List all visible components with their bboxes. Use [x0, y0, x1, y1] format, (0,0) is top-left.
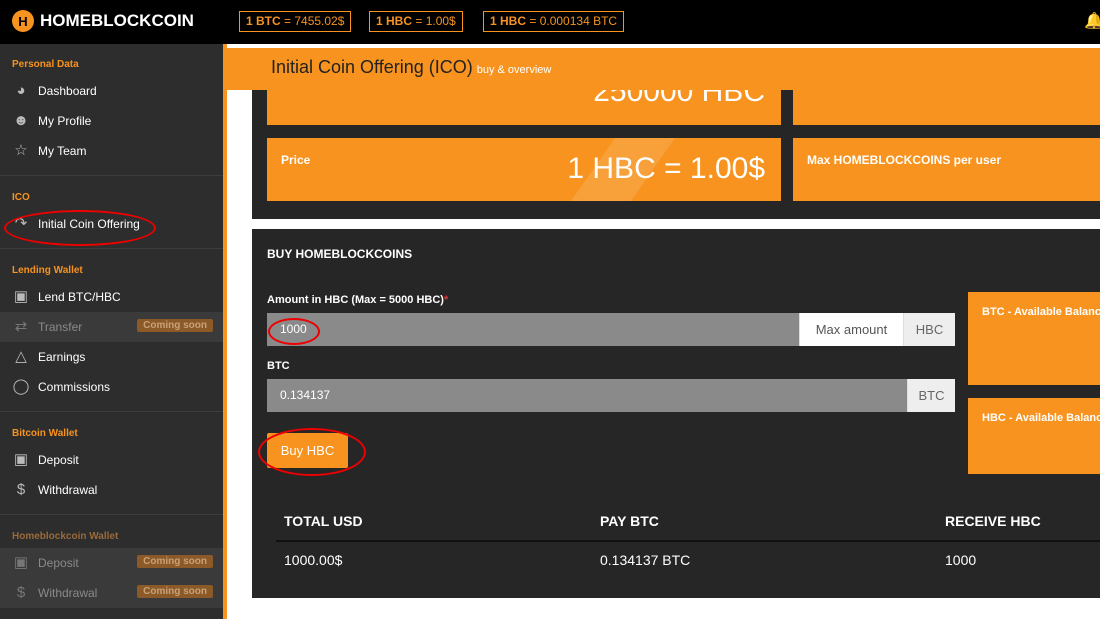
sidebar-item-hbc-withdrawal[interactable]: $ Withdrawal Coming soon — [0, 578, 223, 608]
rate-hbc-usd: 1 HBC = 1.00$ — [369, 11, 463, 32]
sidebar-item-btc-deposit[interactable]: ▣ Deposit — [0, 445, 223, 475]
coming-soon-badge: Coming soon — [137, 555, 213, 568]
card-icon: ▣ — [13, 554, 29, 571]
section-homeblockcoin-wallet: Homeblockcoin Wallet — [12, 531, 119, 542]
brand-logo[interactable]: H HOMEBLOCKCOIN — [12, 10, 194, 32]
value-receive-hbc: 1000 — [945, 552, 977, 568]
coming-soon-badge: Coming soon — [137, 319, 213, 332]
card-icon: ▣ — [13, 451, 29, 468]
amount-input[interactable]: 1000 — [267, 313, 799, 346]
max-amount-button[interactable]: Max amount — [799, 313, 903, 346]
star-icon: ☆ — [14, 142, 28, 159]
sidebar-item-transfer[interactable]: ⇄ Transfer Coming soon — [0, 312, 223, 342]
sidebar-divider — [0, 514, 223, 515]
section-lending-wallet: Lending Wallet — [12, 265, 83, 276]
price-label: Price — [281, 153, 311, 167]
sidebar-item-hbc-deposit[interactable]: ▣ Deposit Coming soon — [0, 548, 223, 578]
section-personal-data: Personal Data — [12, 59, 79, 70]
annotation-circle-buy — [258, 428, 366, 476]
annotation-circle-amount — [268, 318, 320, 345]
logo-icon: H — [12, 10, 34, 32]
section-bitcoin-wallet: Bitcoin Wallet — [12, 428, 78, 439]
price-box: Price 1 HBC = 1.00$ — [267, 138, 781, 201]
sidebar-item-dashboard[interactable]: ◕ Dashboard — [0, 76, 223, 106]
top-bar: H HOMEBLOCKCOIN 1 BTC = 7455.02$ 1 HBC =… — [0, 0, 1100, 44]
buy-card-title: BUY HOMEBLOCKCOINS — [267, 247, 413, 261]
coming-soon-badge: Coming soon — [137, 585, 213, 598]
btc-input[interactable]: 0.134137 — [267, 379, 907, 412]
sidebar-item-my-team[interactable]: ☆ My Team — [0, 136, 223, 166]
sidebar-item-commissions[interactable]: ◯ Commissions — [0, 372, 223, 402]
card-icon: ▣ — [13, 288, 29, 305]
table-divider — [276, 540, 1100, 542]
btc-balance-box: BTC - Available Balance — [968, 292, 1100, 385]
dashboard-icon: ◕ — [16, 82, 26, 99]
hbc-balance-box: HBC - Available Balance — [968, 398, 1100, 474]
sidebar-divider — [0, 411, 223, 412]
section-ico: ICO — [12, 192, 30, 203]
price-value: 1 HBC = 1.00$ — [567, 152, 765, 185]
transfer-icon: ⇄ — [14, 318, 28, 335]
bell-icon[interactable]: 🔔 — [1084, 11, 1100, 31]
max-per-user-box: Max HOMEBLOCKCOINS per user — [793, 138, 1100, 201]
max-per-user-label: Max HOMEBLOCKCOINS per user — [807, 153, 1002, 167]
user-icon: ☻ — [13, 112, 29, 129]
amount-label: Amount in HBC (Max = 5000 HBC)* — [267, 294, 449, 306]
globe-icon: ◯ — [12, 378, 30, 395]
btc-label: BTC — [267, 360, 290, 372]
page-subtitle: buy & overview — [476, 64, 552, 76]
header-receive-hbc: RECEIVE HBC — [945, 513, 1041, 529]
total-supply-box: 250000 HBC — [267, 90, 781, 125]
rate-btc-usd: 1 BTC = 7455.02$ — [239, 11, 352, 32]
value-total-usd: 1000.00$ — [284, 552, 343, 568]
sidebar-item-earnings[interactable]: △ Earnings — [0, 342, 223, 372]
stats-box-top-right — [793, 90, 1100, 125]
btc-balance-label: BTC - Available Balance — [982, 306, 1100, 318]
btc-unit-addon: BTC — [907, 379, 955, 412]
brand-name: HOMEBLOCKCOIN — [40, 11, 194, 30]
tower-icon: △ — [15, 348, 27, 365]
sidebar-divider — [0, 175, 223, 176]
sidebar-item-btc-withdrawal[interactable]: $ Withdrawal — [0, 475, 223, 505]
dollar-icon: $ — [16, 584, 26, 601]
total-supply-value: 250000 HBC — [593, 90, 765, 108]
rate-hbc-btc: 1 HBC = 0.000134 BTC — [483, 11, 625, 32]
header-pay-btc: PAY BTC — [600, 513, 659, 529]
annotation-circle-ico — [4, 210, 156, 246]
sidebar-item-lend[interactable]: ▣ Lend BTC/HBC — [0, 282, 223, 312]
page-title: Initial Coin Offering (ICO) buy & overvie… — [271, 57, 552, 77]
amount-unit-addon: HBC — [903, 313, 955, 346]
header-total-usd: TOTAL USD — [284, 513, 363, 529]
hbc-balance-label: HBC - Available Balance — [982, 412, 1100, 424]
page-header: Initial Coin Offering (ICO) buy & overvie… — [227, 48, 1100, 90]
value-pay-btc: 0.134137 BTC — [600, 552, 691, 568]
dollar-icon: $ — [16, 481, 26, 498]
sidebar-item-my-profile[interactable]: ☻ My Profile — [0, 106, 223, 136]
sidebar-divider — [0, 248, 223, 249]
